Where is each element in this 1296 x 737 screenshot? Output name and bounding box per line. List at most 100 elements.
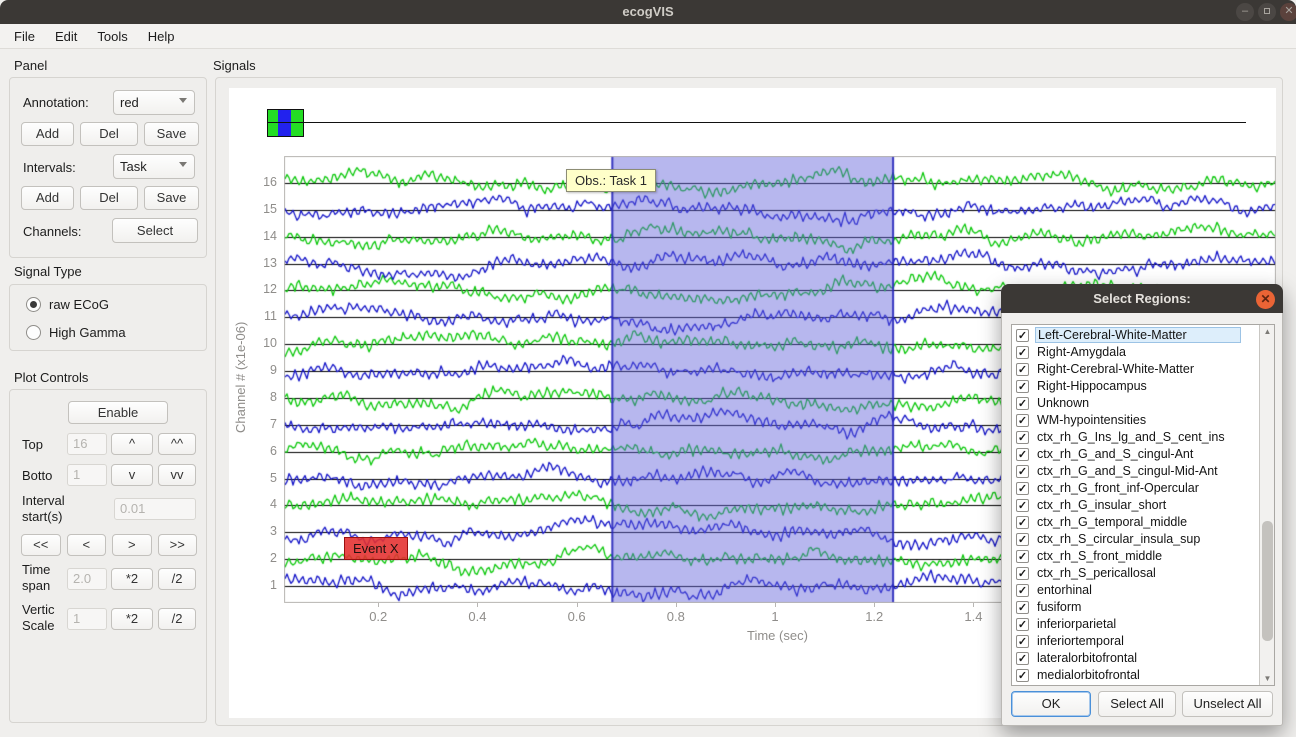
scroll-up-icon[interactable]: ▲ — [1260, 325, 1275, 338]
time-span-div-button[interactable]: /2 — [158, 568, 196, 590]
nav-forward-button[interactable]: > — [112, 534, 152, 556]
radio-icon — [26, 297, 41, 312]
region-label: WM-hypointensities — [1035, 413, 1241, 427]
region-row-lateralorbitofrontal[interactable]: ✓lateralorbitofrontal — [1012, 650, 1259, 667]
scrollbar-thumb[interactable] — [1262, 521, 1273, 641]
region-checkbox[interactable]: ✓ — [1016, 567, 1029, 580]
annotation-del-button[interactable]: Del — [80, 122, 138, 146]
channel-up-button[interactable]: ^ — [111, 433, 153, 455]
vertical-scale-input[interactable]: 1 — [67, 608, 107, 630]
region-checkbox[interactable]: ✓ — [1016, 380, 1029, 393]
region-row-ctx_rh_s_circular_insula_sup[interactable]: ✓ctx_rh_S_circular_insula_sup — [1012, 531, 1259, 548]
x-tick-mark — [775, 603, 776, 607]
region-checkbox[interactable]: ✓ — [1016, 669, 1029, 682]
timeline-current-window[interactable] — [278, 110, 291, 136]
region-row-wm-hypointensities[interactable]: ✓ WM-hypointensities — [1012, 412, 1259, 429]
time-span-input[interactable]: 2.0 — [67, 568, 107, 590]
vertical-scale-mul-button[interactable]: *2 — [111, 608, 153, 630]
region-checkbox[interactable]: ✓ — [1016, 601, 1029, 614]
scroll-down-icon[interactable]: ▼ — [1260, 672, 1275, 685]
intervals-combo[interactable]: Task — [113, 154, 195, 179]
region-row-ctx_rh_s_pericallosal[interactable]: ✓ctx_rh_S_pericallosal — [1012, 565, 1259, 582]
bottom-input[interactable]: 1 — [67, 464, 107, 486]
menu-help[interactable]: Help — [138, 26, 185, 47]
region-row-ctx_rh_g_and_s_cingul-mid-ant[interactable]: ✓ctx_rh_G_and_S_cingul-Mid-Ant — [1012, 463, 1259, 480]
menu-file[interactable]: File — [4, 26, 45, 47]
intervals-del-button[interactable]: Del — [80, 186, 138, 210]
radio-raw-ecog[interactable]: raw ECoG — [26, 297, 109, 312]
channel-down-button[interactable]: v — [111, 464, 153, 486]
region-row-inferiortemporal[interactable]: ✓inferiortemporal — [1012, 633, 1259, 650]
region-checkbox[interactable]: ✓ — [1016, 465, 1029, 478]
region-row-ctx_rh_g_and_s_cingul-ant[interactable]: ✓ ctx_rh_G_and_S_cingul-Ant — [1012, 446, 1259, 463]
time-span-mul-button[interactable]: *2 — [111, 568, 153, 590]
close-icon[interactable]: ✕ — [1280, 3, 1296, 21]
region-row-fusiform[interactable]: ✓fusiform — [1012, 599, 1259, 616]
nav-fast-back-button[interactable]: << — [21, 534, 61, 556]
region-row-ctx_rh_g_temporal_middle[interactable]: ✓ctx_rh_G_temporal_middle — [1012, 514, 1259, 531]
region-checkbox[interactable]: ✓ — [1016, 448, 1029, 461]
menu-tools[interactable]: Tools — [87, 26, 137, 47]
region-row-medialorbitofrontal[interactable]: ✓medialorbitofrontal — [1012, 667, 1259, 684]
region-row-right-hippocampus[interactable]: ✓Right-Hippocampus — [1012, 378, 1259, 395]
region-checkbox[interactable]: ✓ — [1016, 618, 1029, 631]
region-row-ctx_rh_s_front_middle[interactable]: ✓ctx_rh_S_front_middle — [1012, 548, 1259, 565]
menu-edit[interactable]: Edit — [45, 26, 87, 47]
region-row-inferiorparietal[interactable]: ✓inferiorparietal — [1012, 616, 1259, 633]
region-row-unknown[interactable]: ✓Unknown — [1012, 395, 1259, 412]
region-row-entorhinal[interactable]: ✓entorhinal — [1012, 582, 1259, 599]
nav-back-button[interactable]: < — [67, 534, 107, 556]
timeline-overview-line — [304, 122, 1246, 123]
region-checkbox[interactable]: ✓ — [1016, 414, 1029, 427]
region-label: Right-Amygdala — [1035, 345, 1241, 359]
interval-start-input[interactable]: 0.01 — [114, 498, 196, 520]
region-checkbox[interactable]: ✓ — [1016, 499, 1029, 512]
annotation-label: Annotation: — [23, 95, 89, 110]
unselect-all-button[interactable]: Unselect All — [1182, 691, 1273, 717]
annotation-save-button[interactable]: Save — [144, 122, 199, 146]
ok-button[interactable]: OK — [1011, 691, 1091, 717]
select-all-button[interactable]: Select All — [1098, 691, 1176, 717]
region-checkbox[interactable]: ✓ — [1016, 533, 1029, 546]
channels-select-button[interactable]: Select — [112, 218, 198, 243]
region-checkbox[interactable]: ✓ — [1016, 397, 1029, 410]
channel-upup-button[interactable]: ^^ — [158, 433, 196, 455]
region-checkbox[interactable]: ✓ — [1016, 635, 1029, 648]
channel-downdown-button[interactable]: vv — [158, 464, 196, 486]
y-tick-3: 3 — [247, 524, 277, 538]
region-label: ctx_rh_G_and_S_cingul-Ant — [1035, 447, 1241, 461]
region-row-left-cerebral-white-matter[interactable]: ✓Left-Cerebral-White-Matter — [1012, 327, 1259, 344]
region-row-right-cerebral-white-matter[interactable]: ✓Right-Cerebral-White-Matter — [1012, 361, 1259, 378]
annotation-add-button[interactable]: Add — [21, 122, 74, 146]
region-checkbox[interactable]: ✓ — [1016, 363, 1029, 376]
radio-high-gamma[interactable]: High Gamma — [26, 325, 126, 340]
x-tick-1: 1 — [755, 609, 795, 624]
event-annotation[interactable]: Event X — [344, 537, 408, 560]
x-tick-mark — [477, 603, 478, 607]
region-checkbox[interactable]: ✓ — [1016, 329, 1029, 342]
minimize-icon[interactable]: – — [1236, 3, 1254, 21]
intervals-add-button[interactable]: Add — [21, 186, 74, 210]
region-checkbox[interactable]: ✓ — [1016, 431, 1029, 444]
signal-type-section-title: Signal Type — [14, 264, 82, 279]
region-checkbox[interactable]: ✓ — [1016, 482, 1029, 495]
intervals-save-button[interactable]: Save — [144, 186, 199, 210]
regions-list-scrollbar[interactable]: ▲ ▼ — [1259, 325, 1274, 685]
enable-button[interactable]: Enable — [68, 401, 168, 424]
timeline-overview-bar[interactable] — [267, 109, 304, 137]
region-row-ctx_rh_g_front_inf-opercular[interactable]: ✓ctx_rh_G_front_inf-Opercular — [1012, 480, 1259, 497]
dialog-close-icon[interactable]: ✕ — [1256, 290, 1275, 309]
annotation-combo[interactable]: red — [113, 90, 195, 115]
region-row-right-amygdala[interactable]: ✓ Right-Amygdala — [1012, 344, 1259, 361]
vertical-scale-div-button[interactable]: /2 — [158, 608, 196, 630]
maximize-icon[interactable] — [1258, 3, 1276, 21]
region-checkbox[interactable]: ✓ — [1016, 584, 1029, 597]
region-row-ctx_rh_g_ins_lg_and_s_cent_ins[interactable]: ✓ctx_rh_G_Ins_lg_and_S_cent_ins — [1012, 429, 1259, 446]
region-checkbox[interactable]: ✓ — [1016, 550, 1029, 563]
top-input[interactable]: 16 — [67, 433, 107, 455]
region-checkbox[interactable]: ✓ — [1016, 346, 1029, 359]
region-checkbox[interactable]: ✓ — [1016, 652, 1029, 665]
region-checkbox[interactable]: ✓ — [1016, 516, 1029, 529]
region-row-ctx_rh_g_insular_short[interactable]: ✓ctx_rh_G_insular_short — [1012, 497, 1259, 514]
nav-fast-forward-button[interactable]: >> — [158, 534, 198, 556]
